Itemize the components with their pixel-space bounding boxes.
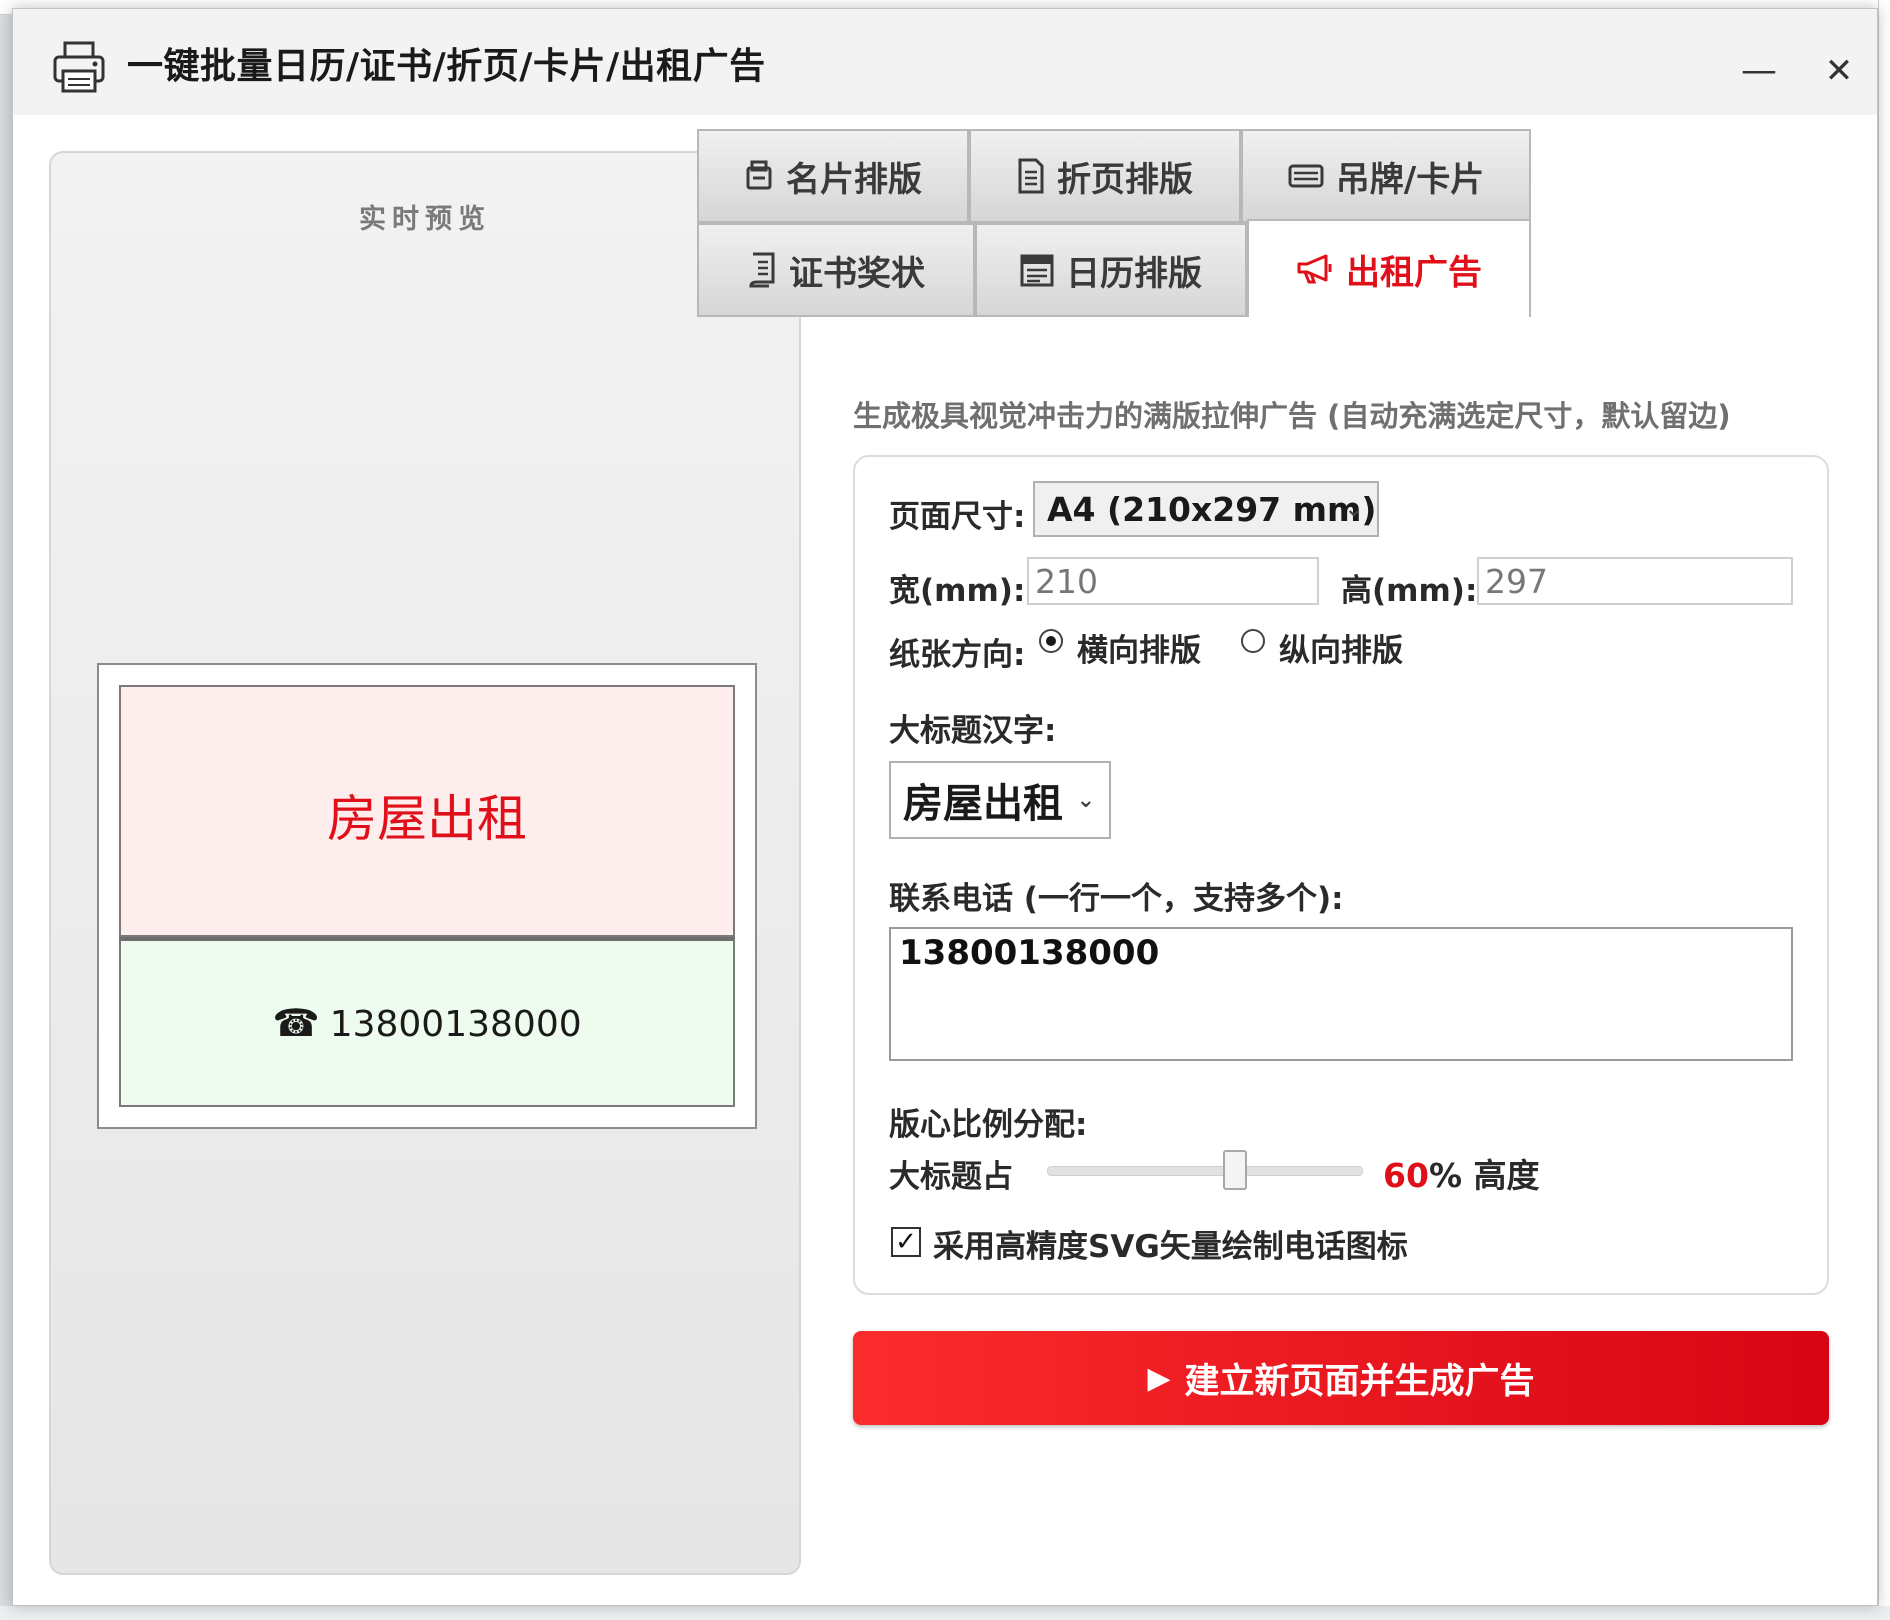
- tab-label: 日历排版: [1066, 253, 1202, 294]
- mode-description: 生成极具视觉冲击力的满版拉伸广告 (自动充满选定尺寸，默认留边): [853, 399, 1731, 433]
- background-taskbar-strip: [0, 1606, 1890, 1620]
- tab-rental-ad[interactable]: 出租广告: [1247, 219, 1531, 317]
- play-icon: ▶: [1147, 1360, 1171, 1396]
- ratio-slider-thumb[interactable]: [1223, 1150, 1248, 1190]
- printer-icon: [51, 39, 107, 95]
- telephone-icon: ☎: [272, 1001, 320, 1045]
- tab-label: 名片排版: [786, 159, 922, 200]
- tab-label: 出租广告: [1346, 252, 1482, 293]
- tab-label: 证书奖状: [789, 253, 925, 294]
- landscape-radio[interactable]: [1039, 629, 1063, 653]
- width-input[interactable]: 210: [1027, 557, 1319, 605]
- svg-icon-checkbox-label[interactable]: 采用高精度SVG矢量绘制电话图标: [933, 1221, 1408, 1266]
- calendar-icon: [1020, 253, 1054, 287]
- tag-card-icon: [1288, 163, 1324, 189]
- generate-ad-button-label: 建立新页面并生成广告: [1184, 1361, 1535, 1402]
- certificate-icon: [747, 252, 777, 288]
- height-label: 高(mm):: [1341, 573, 1478, 609]
- page-size-value: A4 (210x297 mm): [1047, 489, 1377, 529]
- height-input[interactable]: 297: [1477, 557, 1793, 605]
- headline-value: 房屋出租: [903, 781, 1063, 827]
- phones-label: 联系电话 (一行一个，支持多个):: [889, 881, 1344, 917]
- portrait-radio[interactable]: [1241, 629, 1265, 653]
- page-size-label: 页面尺寸:: [889, 499, 1026, 535]
- tab-business-card[interactable]: 名片排版: [697, 129, 969, 223]
- tab-fold-page[interactable]: 折页排版: [969, 129, 1241, 223]
- page-size-select[interactable]: A4 (210x297 mm) ⌄: [1033, 481, 1379, 537]
- preview-phone-number: 13800138000: [329, 1004, 582, 1045]
- preview-phone-area: ☎ 13800138000: [119, 937, 735, 1107]
- ratio-suffix: % 高度: [1428, 1156, 1540, 1195]
- orientation-label: 纸张方向:: [889, 637, 1026, 673]
- tab-calendar[interactable]: 日历排版: [975, 223, 1247, 317]
- tab-tag-card[interactable]: 吊牌/卡片: [1241, 129, 1531, 223]
- phones-textarea[interactable]: 13800138000: [889, 927, 1793, 1061]
- chevron-down-icon: ⌄: [1076, 787, 1095, 813]
- background-app-edge: [1878, 0, 1890, 1620]
- window-title: 一键批量日历/证书/折页/卡片/出租广告: [127, 46, 766, 87]
- live-preview-panel: 实时预览 房屋出租 ☎ 13800138000: [49, 151, 801, 1575]
- preview-headline: 房屋出租: [327, 790, 527, 848]
- minimize-button[interactable]: —: [1729, 49, 1789, 93]
- ratio-value: 60: [1383, 1156, 1429, 1195]
- generate-ad-button[interactable]: ▶ 建立新页面并生成广告: [853, 1331, 1829, 1425]
- megaphone-icon: [1296, 254, 1334, 284]
- title-bar: 一键批量日历/证书/折页/卡片/出租广告 — ✕: [13, 9, 1877, 115]
- svg-icon-checkbox[interactable]: ✓: [891, 1227, 921, 1257]
- tab-certificate[interactable]: 证书奖状: [697, 223, 975, 317]
- preview-paper: 房屋出租 ☎ 13800138000: [97, 663, 757, 1129]
- dialog-window: 一键批量日历/证书/折页/卡片/出租广告 — ✕ 实时预览 房屋出租 ☎ 1380…: [12, 8, 1878, 1606]
- preview-headline-area: 房屋出租: [119, 685, 735, 937]
- ratio-label: 版心比例分配:: [889, 1107, 1088, 1143]
- ratio-prefix: 大标题占: [889, 1159, 1013, 1195]
- ratio-readout: 60% 高度: [1383, 1149, 1540, 1197]
- close-button[interactable]: ✕: [1809, 49, 1869, 93]
- headline-label: 大标题汉字:: [889, 713, 1057, 749]
- tab-label: 折页排版: [1057, 159, 1193, 200]
- width-label: 宽(mm):: [889, 573, 1026, 609]
- headline-select[interactable]: 房屋出租 ⌄: [889, 761, 1111, 839]
- ratio-slider-track[interactable]: [1047, 1166, 1363, 1176]
- portrait-radio-label[interactable]: 纵向排版: [1279, 625, 1403, 670]
- preview-title: 实时预览: [359, 204, 491, 235]
- preview-phone: ☎ 13800138000: [121, 1001, 733, 1045]
- chevron-down-icon: ⌄: [1344, 496, 1363, 522]
- card-stack-icon: [744, 160, 774, 192]
- landscape-radio-label[interactable]: 横向排版: [1077, 625, 1201, 670]
- document-icon: [1017, 158, 1045, 194]
- tab-label: 吊牌/卡片: [1335, 159, 1485, 200]
